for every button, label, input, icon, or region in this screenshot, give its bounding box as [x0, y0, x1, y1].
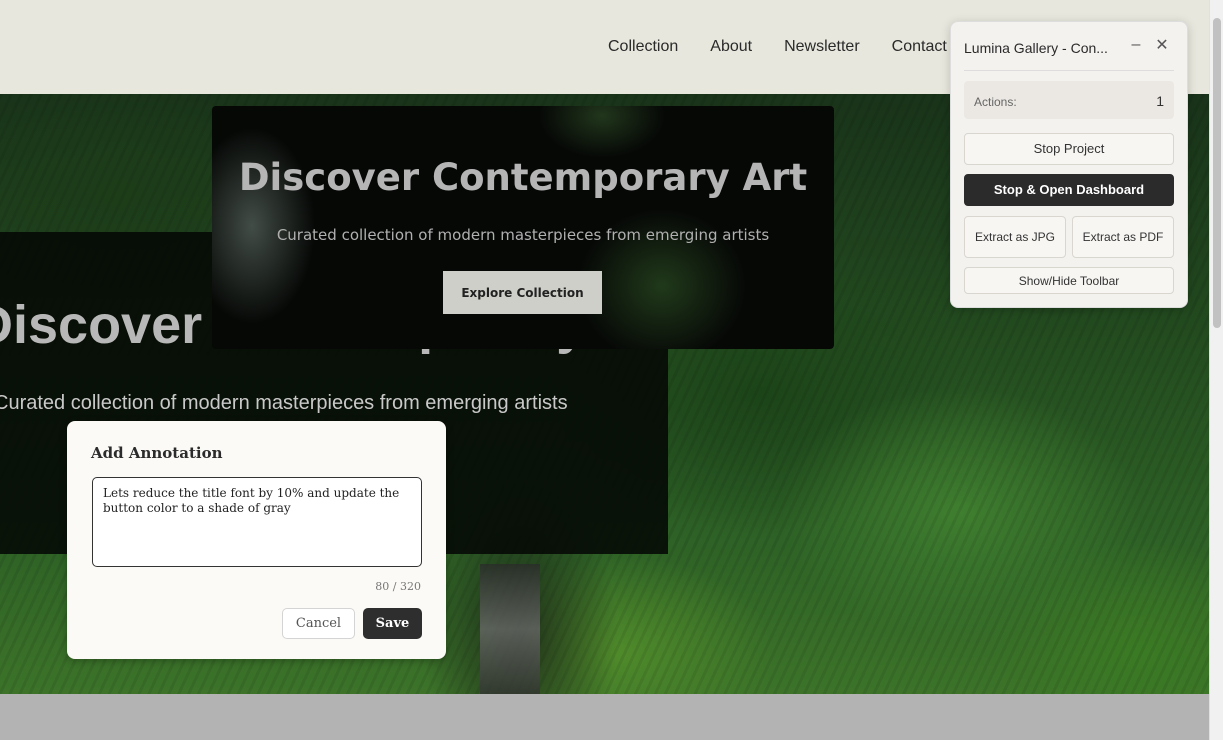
toolbar-divider [964, 70, 1174, 71]
extract-jpg-button[interactable]: Extract as JPG [964, 216, 1066, 258]
explore-collection-button[interactable]: Explore Collection [443, 271, 602, 314]
nav-item-contact[interactable]: Contact [892, 38, 947, 56]
nav-item-about[interactable]: About [710, 38, 752, 56]
scrollbar-thumb[interactable] [1213, 18, 1221, 328]
preview-card-title: Discover Contemporary Art [238, 156, 808, 199]
hero-waterfall [480, 564, 540, 694]
toolbar-panel: Lumina Gallery - Con... – ✕ Actions: 1 S… [950, 21, 1188, 308]
extract-pdf-button[interactable]: Extract as PDF [1072, 216, 1174, 258]
actions-label: Actions: [974, 95, 1017, 109]
nav-item-newsletter[interactable]: Newsletter [784, 38, 860, 56]
main-nav: Collection About Newsletter Contact [608, 38, 947, 56]
hero-subtitle: Curated collection of modern masterpiece… [0, 392, 568, 414]
annotation-char-count: 80 / 320 [375, 580, 421, 593]
site-footer [0, 694, 1209, 740]
annotation-dialog: Add Annotation Lets reduce the title fon… [67, 421, 446, 659]
preview-card-subtitle: Curated collection of modern masterpiece… [276, 226, 770, 244]
toolbar-title: Lumina Gallery - Con... [964, 40, 1108, 56]
nav-item-collection[interactable]: Collection [608, 38, 678, 56]
actions-value: 1 [1156, 93, 1164, 109]
stop-open-dashboard-button[interactable]: Stop & Open Dashboard [964, 174, 1174, 206]
stop-project-button[interactable]: Stop Project [964, 133, 1174, 165]
close-icon[interactable]: ✕ [1153, 34, 1171, 56]
save-button[interactable]: Save [363, 608, 422, 639]
cancel-button[interactable]: Cancel [282, 608, 355, 639]
minimize-icon[interactable]: – [1127, 34, 1145, 56]
actions-counter: Actions: 1 [964, 81, 1174, 119]
annotation-input[interactable]: Lets reduce the title font by 10% and up… [92, 477, 422, 567]
scrollbar[interactable] [1209, 0, 1223, 740]
preview-card: Discover Contemporary Art Curated collec… [212, 106, 834, 349]
annotation-dialog-title: Add Annotation [91, 444, 223, 462]
toggle-toolbar-button[interactable]: Show/Hide Toolbar [964, 267, 1174, 294]
